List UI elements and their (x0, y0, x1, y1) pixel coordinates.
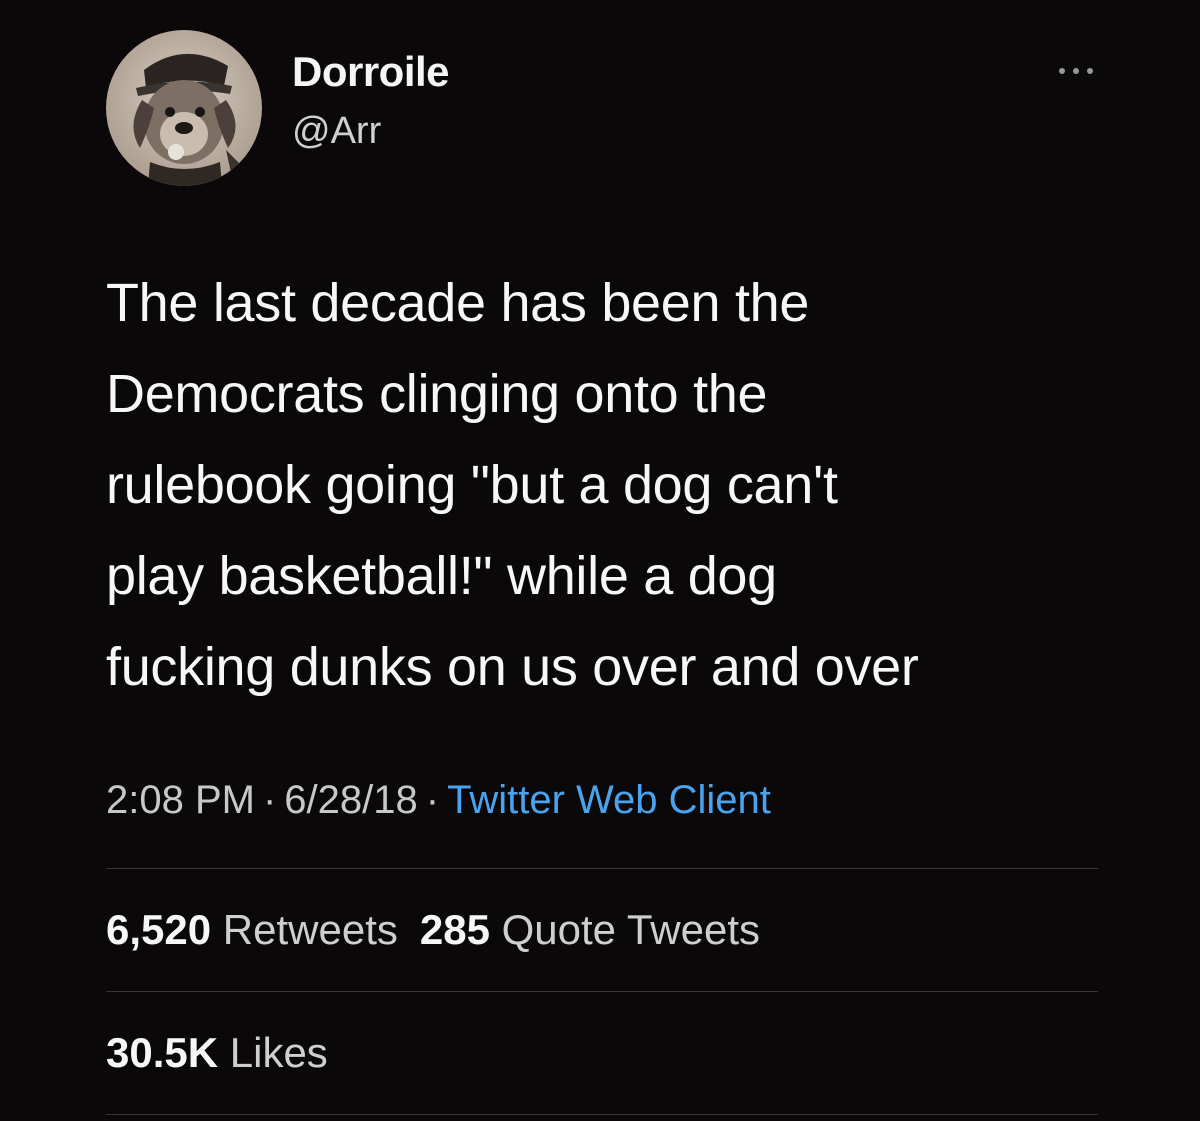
retweets-count: 6,520 (106, 906, 212, 953)
tweet-text: The last decade has been the Democrats c… (106, 273, 919, 697)
retweet-stats: 6,520 Retweets 285 Quote Tweets (106, 906, 760, 954)
tweet-detail: Dorroile @Arr The last decade has been t… (0, 0, 1200, 1121)
tweet-meta: 2:08 PM · 6/28/18 · Twitter Web Client (106, 778, 771, 823)
tweet-client-link[interactable]: Twitter Web Client (447, 778, 771, 822)
divider (106, 991, 1098, 992)
tweet-date[interactable]: 6/28/18 (284, 778, 417, 822)
likes-stat[interactable]: 30.5K Likes (106, 1029, 328, 1076)
quote-tweets-count: 285 (419, 906, 490, 953)
divider (106, 868, 1098, 869)
user-handle[interactable]: @Arr (292, 110, 381, 153)
dog-avatar-icon (106, 30, 262, 186)
meta-separator: · (425, 778, 440, 822)
divider (106, 1114, 1098, 1115)
retweets-stat[interactable]: 6,520 Retweets (106, 906, 398, 953)
likes-count: 30.5K (106, 1029, 219, 1076)
likes-stats: 30.5K Likes (106, 1029, 328, 1077)
avatar[interactable] (106, 30, 262, 186)
more-options-icon[interactable] (1052, 56, 1100, 86)
tweet-time[interactable]: 2:08 PM (106, 778, 255, 822)
quote-tweets-label: Quote Tweets (501, 906, 760, 953)
display-name[interactable]: Dorroile (292, 48, 450, 96)
retweets-label: Retweets (222, 906, 398, 953)
quote-tweets-stat[interactable]: 285 Quote Tweets (420, 906, 760, 953)
likes-label: Likes (229, 1029, 328, 1076)
meta-separator: · (262, 778, 277, 822)
